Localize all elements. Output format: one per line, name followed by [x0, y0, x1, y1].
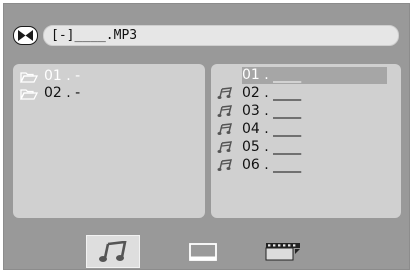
folder-icon — [20, 71, 38, 83]
folder-label: 02 . - — [44, 85, 81, 101]
folder-item[interactable]: 01 . - — [20, 68, 80, 85]
file-label: 02 . ____ — [242, 85, 302, 101]
folder-icon — [20, 88, 38, 100]
file-label: 04 . ____ — [242, 121, 302, 137]
folder-item[interactable]: 02 . - — [20, 85, 80, 102]
photo-icon — [189, 242, 217, 261]
file-item[interactable]: 06 . ____ — [217, 157, 389, 174]
music-note-icon — [217, 87, 232, 99]
file-item[interactable]: 04 . ____ — [217, 121, 389, 138]
folder-list-panel: 01 . - 02 . - — [13, 64, 205, 218]
current-path: [-]____.MP3 — [43, 25, 399, 46]
file-label: 03 . ____ — [242, 103, 302, 119]
movie-tab[interactable] — [260, 235, 306, 268]
file-item[interactable]: 03 . ____ — [217, 103, 389, 120]
music-note-icon — [217, 105, 232, 117]
file-item[interactable]: 02 . ____ — [217, 85, 389, 102]
music-tab[interactable] — [86, 235, 140, 268]
music-note-icon — [217, 123, 232, 135]
photo-tab[interactable] — [181, 235, 225, 268]
file-item[interactable]: 01 . ____ — [217, 67, 389, 84]
file-label: 05 . ____ — [242, 139, 302, 155]
file-label: 01 . ____ — [242, 67, 387, 84]
folder-label: 01 . - — [44, 68, 81, 84]
file-list-panel: 01 . ____ 02 . ____ 03 . ____ 04 . ____ … — [211, 64, 401, 218]
music-note-icon — [99, 240, 127, 262]
film-icon — [265, 242, 300, 260]
music-note-icon — [217, 141, 232, 153]
mp3-disc-icon — [13, 26, 38, 45]
file-item[interactable]: 05 . ____ — [217, 139, 389, 156]
music-note-icon — [217, 159, 232, 171]
file-label: 06 . ____ — [242, 157, 302, 173]
